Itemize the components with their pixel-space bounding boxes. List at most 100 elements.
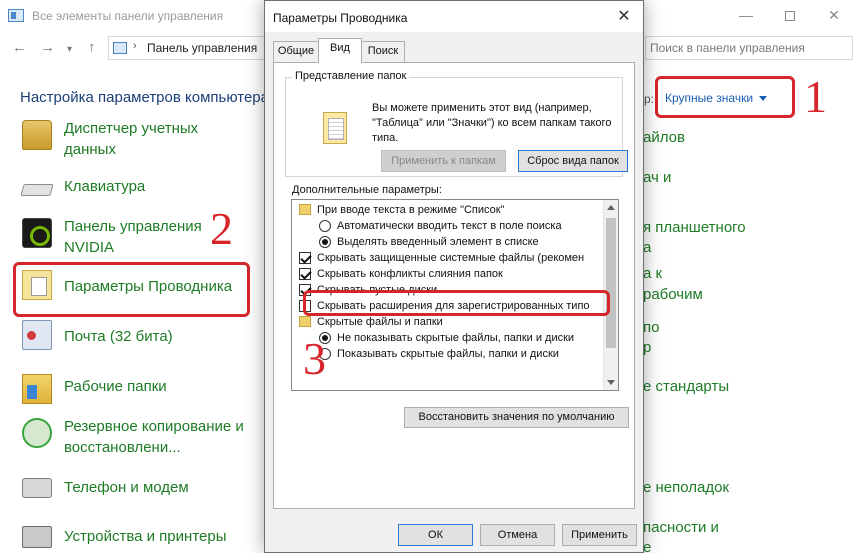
work-folders-icon [22,374,52,404]
screen: Все элементы панели управления — ✕ ← → ▾… [0,0,858,553]
advanced-setting-label: Скрывать конфликты слияния папок [317,268,503,280]
scroll-down-icon[interactable] [607,380,615,385]
advanced-setting-row[interactable]: Выделять введенный элемент в списке [292,235,604,251]
page-title: Настройка параметров компьютера [20,89,264,106]
right-item-fragment[interactable]: по [643,317,858,338]
apply-to-folders-button[interactable]: Применить к папкам [381,150,506,172]
advanced-setting-row[interactable]: Скрывать защищенные системные файлы (рек… [292,251,604,267]
credential-manager-icon [22,120,52,150]
advanced-setting-label: Выделять введенный элемент в списке [337,236,539,248]
advanced-setting-label: Скрывать защищенные системные файлы (рек… [317,252,585,264]
folder-options-dialog: Параметры Проводника ✕ Общие Вид Поиск В… [264,0,644,553]
maximize-button[interactable] [768,0,812,30]
advanced-setting-label: Автоматически вводить текст в поле поиск… [337,220,562,232]
item-label[interactable]: Рабочие папки [64,376,167,397]
search-input[interactable]: Поиск в панели управления [645,36,853,60]
right-item-fragment[interactable]: рабочим [643,284,858,305]
annotation-number: 2 [210,203,233,254]
restore-defaults-button[interactable]: Восстановить значения по умолчанию [404,407,629,428]
apply-button[interactable]: Применить [562,524,637,546]
search-placeholder: Поиск в панели управления [650,41,805,55]
recent-locations-icon[interactable]: ▾ [67,40,72,60]
checkbox[interactable] [299,268,311,280]
scroll-thumb[interactable] [606,218,616,348]
advanced-setting-row[interactable]: Не показывать скрытые файлы, папки и дис… [292,331,604,347]
maximize-icon [785,11,795,22]
right-item-fragment[interactable]: а [643,237,858,258]
item-backup-restore[interactable]: Резервное копирование и восстановлени... [18,416,263,460]
nvidia-icon [22,218,52,248]
close-icon[interactable]: ✕ [611,4,637,30]
advanced-settings-label: Дополнительные параметры: [292,184,442,196]
radio-button[interactable] [319,220,331,232]
item-label[interactable]: Телефон и модем [64,477,189,498]
advanced-setting-row: При вводе текста в режиме "Список" [292,203,604,219]
control-panel-small-icon [113,42,127,54]
folder-view-description: Вы можете применить этот вид (например, … [372,102,612,144]
item-credential-manager[interactable]: Диспетчер учетных данных [18,118,263,162]
right-item-fragment[interactable]: р [643,337,858,358]
advanced-setting-row[interactable]: Скрывать конфликты слияния папок [292,267,604,283]
right-item-fragment[interactable]: е неполадок [643,477,858,498]
annotation-highlight-folder-options [13,262,250,317]
advanced-setting-row[interactable]: Автоматически вводить текст в поле поиск… [292,219,604,235]
radio-button[interactable] [319,236,331,248]
ok-button[interactable]: ОК [398,524,473,546]
advanced-setting-label: При вводе текста в режиме "Список" [317,204,505,216]
right-item-fragment[interactable]: ач и [643,167,858,188]
advanced-setting-label: Не показывать скрытые файлы, папки и дис… [337,332,575,344]
item-label[interactable]: Почта (32 бита) [64,326,173,347]
window-title: Все элементы панели управления [32,9,224,23]
address-bar[interactable]: › Панель управления [108,36,266,60]
advanced-setting-label: Скрытые файлы и папки [317,316,443,328]
tab-view[interactable]: Вид [318,38,362,63]
advanced-setting-row[interactable]: Показывать скрытые файлы, папки и диски [292,347,604,363]
back-arrow-icon[interactable]: ← [12,38,27,58]
right-item-fragment[interactable]: пасности и [643,517,858,538]
scroll-up-icon[interactable] [607,205,615,210]
up-arrow-icon[interactable]: ↑ [88,38,96,58]
item-label[interactable]: Клавиатура [64,176,145,197]
tab-search[interactable]: Поиск [361,41,405,62]
folder-view-group-title: Представление папок [292,70,410,82]
breadcrumb[interactable]: Панель управления [147,41,257,55]
tab-general[interactable]: Общие [273,41,319,62]
item-label[interactable]: Панель управления NVIDIA [64,216,202,258]
folder-icon [299,204,311,215]
annotation-number: 3 [303,333,326,384]
folder-view-group: Вы можете применить этот вид (например, … [285,77,628,177]
item-mail[interactable]: Почта (32 бита) [18,318,263,362]
view-by-label: р: [644,92,655,106]
cancel-button[interactable]: Отмена [480,524,555,546]
dialog-titlebar: Параметры Проводника ✕ [265,1,643,32]
item-label[interactable]: Диспетчер учетных данных [64,118,198,160]
annotation-highlight-hide-extensions [303,290,610,316]
checkbox[interactable] [299,252,311,264]
item-label[interactable]: Резервное копирование и восстановлени... [64,416,244,458]
forward-arrow-icon[interactable]: → [40,38,55,58]
folder-view-icon [323,112,347,144]
item-label[interactable]: Устройства и принтеры [64,526,226,547]
breadcrumb-chevron-icon[interactable]: › [133,40,137,52]
right-item-fragment[interactable]: е стандарты [643,376,858,397]
control-panel-icon [8,9,24,22]
right-item-fragment[interactable]: айлов [643,127,858,148]
right-item-fragment[interactable]: а к [643,263,858,284]
item-devices-printers[interactable]: Устройства и принтеры [18,520,263,553]
advanced-setting-row: Скрытые файлы и папки [292,315,604,331]
reset-folders-button[interactable]: Сброс вида папок [518,150,628,172]
close-window-button[interactable]: ✕ [812,0,856,30]
folder-icon [299,316,311,327]
right-item-fragment[interactable]: е [643,537,858,553]
backup-icon [22,418,52,448]
right-item-fragment[interactable]: я планшетного [643,217,858,238]
mail-icon [22,320,52,350]
keyboard-icon [20,184,54,196]
dialog-title: Параметры Проводника [273,11,408,25]
item-work-folders[interactable]: Рабочие папки [18,372,263,416]
annotation-highlight-view [655,76,795,118]
item-phone-modem[interactable]: Телефон и модем [18,470,263,514]
minimize-button[interactable]: — [724,0,768,30]
devices-printers-icon [22,526,52,548]
annotation-number: 1 [804,71,827,122]
